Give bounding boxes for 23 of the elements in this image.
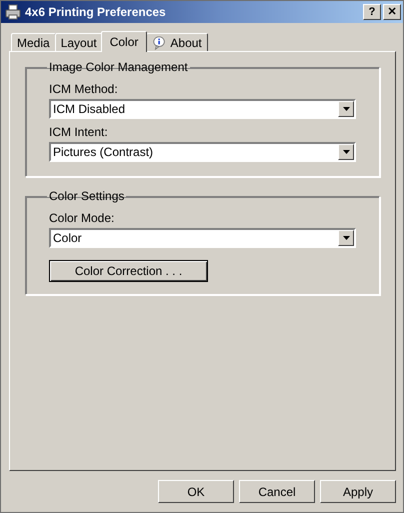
tab[interactable]: Layout [54,33,103,51]
caret-icon [342,150,350,154]
field-label: ICM Intent: [49,125,109,139]
help-button[interactable]: ? [363,4,381,20]
field-label: ICM Method: [49,82,119,96]
dialog-button[interactable]: Cancel [239,480,315,503]
caret-icon [342,107,350,111]
dropdown[interactable]: Pictures (Contrast) [49,142,356,162]
tab[interactable]: Color [100,31,148,52]
field-label: Color Mode: [49,211,116,225]
color-correction-button[interactable]: Color Correction . . . [49,260,208,282]
caret-icon [342,236,350,240]
group-title: Image Color Management [48,60,189,74]
close-button[interactable]: ✕ [383,4,401,20]
tab[interactable]: Media [11,33,56,51]
dropdown[interactable]: ICM Disabled [49,99,356,119]
printer-icon [5,4,21,20]
dropdown[interactable]: Color [49,228,356,248]
window-title: 4x6 Printing Preferences [25,5,167,19]
dialog-button[interactable]: OK [158,480,234,503]
dialog-button[interactable]: Apply [320,480,396,503]
tab[interactable]: About [146,33,208,51]
group-title: Color Settings [48,189,126,203]
